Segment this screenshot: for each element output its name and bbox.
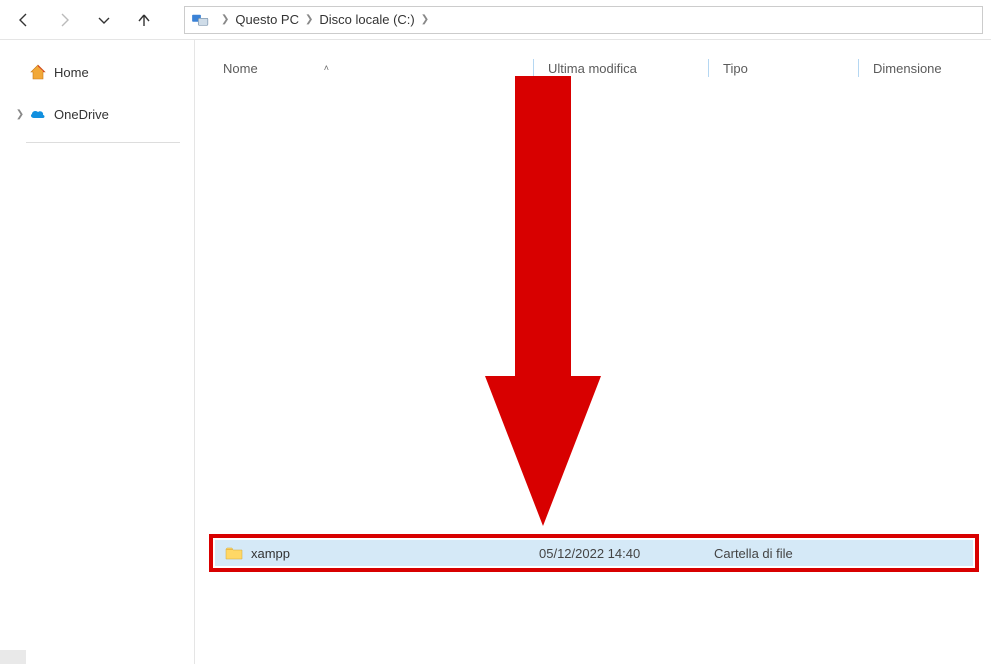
sidebar-divider <box>26 142 180 143</box>
chevron-right-icon: ❯ <box>305 14 313 25</box>
file-type: Cartella di file <box>714 546 864 561</box>
column-label: Nome <box>223 61 258 76</box>
file-name: xampp <box>251 546 539 561</box>
onedrive-icon <box>28 104 48 124</box>
column-label: Dimensione <box>873 61 942 76</box>
file-row-xampp[interactable]: xampp 05/12/2022 14:40 Cartella di file <box>215 540 973 566</box>
sidebar: ❯ Home ❯ OneDrive <box>0 40 195 664</box>
column-separator <box>533 59 534 77</box>
pc-icon <box>191 13 209 27</box>
chevron-right-icon: ❯ <box>421 14 429 25</box>
main-area: ❯ Home ❯ OneDrive Nome ˄ Ultima modifica <box>0 40 991 664</box>
folder-icon <box>225 546 243 560</box>
forward-button[interactable] <box>48 4 80 36</box>
content-area: Nome ˄ Ultima modifica Tipo Dimensione <box>195 40 991 664</box>
column-separator <box>858 59 859 77</box>
highlighted-row-frame: xampp 05/12/2022 14:40 Cartella di file <box>209 534 979 572</box>
sidebar-item-home[interactable]: ❯ Home <box>12 58 194 86</box>
scrollbar-stub[interactable] <box>0 650 26 664</box>
nav-buttons <box>8 4 176 36</box>
column-label: Tipo <box>723 61 748 76</box>
column-header-size[interactable]: Dimensione <box>858 59 978 77</box>
column-header-modified[interactable]: Ultima modifica <box>533 59 708 77</box>
up-button[interactable] <box>128 4 160 36</box>
home-icon <box>28 62 48 82</box>
column-separator <box>708 59 709 77</box>
column-label: Ultima modifica <box>548 61 637 76</box>
column-header-name[interactable]: Nome ˄ <box>223 61 533 76</box>
sort-ascending-icon: ˄ <box>324 63 329 73</box>
sidebar-item-label: Home <box>54 65 89 80</box>
toolbar: ❯ Questo PC ❯ Disco locale (C:) ❯ <box>0 0 991 40</box>
chevron-right-icon: ❯ <box>221 14 229 25</box>
breadcrumb-item-drive[interactable]: Disco locale (C:) <box>319 12 414 27</box>
expand-caret-icon[interactable]: ❯ <box>12 109 28 120</box>
arrow-annotation <box>485 76 601 526</box>
breadcrumb-item-pc[interactable]: Questo PC <box>235 12 299 27</box>
column-header-type[interactable]: Tipo <box>708 59 858 77</box>
sidebar-item-label: OneDrive <box>54 107 109 122</box>
sidebar-item-onedrive[interactable]: ❯ OneDrive <box>12 100 194 128</box>
recent-dropdown[interactable] <box>88 4 120 36</box>
column-headers: Nome ˄ Ultima modifica Tipo Dimensione <box>195 52 991 84</box>
file-modified: 05/12/2022 14:40 <box>539 546 714 561</box>
breadcrumb[interactable]: ❯ Questo PC ❯ Disco locale (C:) ❯ <box>184 6 983 34</box>
back-button[interactable] <box>8 4 40 36</box>
